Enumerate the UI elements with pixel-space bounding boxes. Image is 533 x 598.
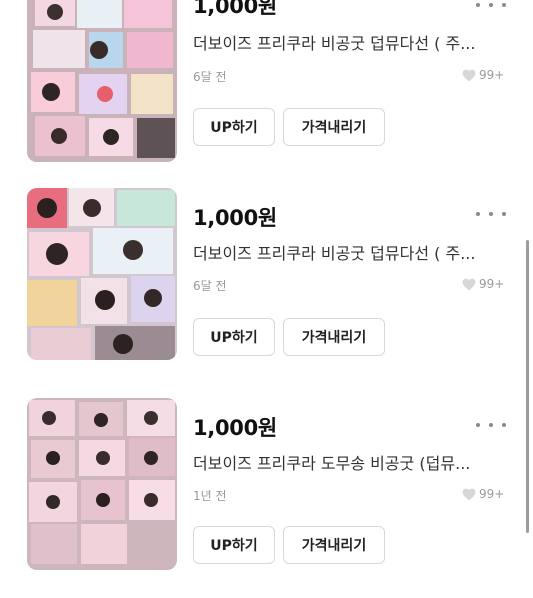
more-options-icon[interactable] [476,207,506,221]
product-thumbnail[interactable] [27,188,177,360]
scrollbar[interactable] [526,240,529,533]
more-options-icon[interactable] [476,418,506,432]
product-photo [27,398,177,570]
product-photo [27,0,177,162]
up-button[interactable]: UP하기 [193,108,275,146]
listing-title[interactable]: 더보이즈 프리쿠라 도무송 비공굿 (덥뮤... [193,450,498,474]
listing-item[interactable]: 1,000원 더보이즈 프리쿠라 도무송 비공굿 (덥뮤... 1년 전 99+… [0,398,533,598]
listing-item[interactable]: 1,000원 더보이즈 프리쿠라 비공굿 덥뮤다선 ( 주... 6달 전 99… [0,188,533,388]
like-count-value: 99+ [479,68,505,82]
listing-time: 6달 전 [193,70,227,84]
product-photo [27,188,177,360]
more-options-icon[interactable] [476,0,506,12]
listing-price: 1,000원 [193,206,277,230]
like-count: 99+ [462,68,504,82]
like-count: 99+ [462,277,504,291]
like-count: 99+ [462,487,504,501]
up-button[interactable]: UP하기 [193,526,275,564]
product-thumbnail[interactable] [27,0,177,162]
product-thumbnail[interactable] [27,398,177,570]
heart-icon [462,69,476,81]
heart-icon [462,488,476,500]
up-button[interactable]: UP하기 [193,318,275,356]
lower-price-button[interactable]: 가격내리기 [283,108,385,146]
listing-item[interactable]: 1,000원 더보이즈 프리쿠라 비공굿 덥뮤다선 ( 주... 6달 전 99… [0,0,533,190]
listing-price: 1,000원 [193,416,277,440]
listing-time: 1년 전 [193,489,227,503]
like-count-value: 99+ [479,487,505,501]
listing-title[interactable]: 더보이즈 프리쿠라 비공굿 덥뮤다선 ( 주... [193,240,498,264]
heart-icon [462,278,476,290]
listing-time: 6달 전 [193,279,227,293]
listing-title[interactable]: 더보이즈 프리쿠라 비공굿 덥뮤다선 ( 주... [193,30,498,54]
listing-price: 1,000원 [193,0,277,18]
like-count-value: 99+ [479,277,505,291]
lower-price-button[interactable]: 가격내리기 [283,318,385,356]
lower-price-button[interactable]: 가격내리기 [283,526,385,564]
